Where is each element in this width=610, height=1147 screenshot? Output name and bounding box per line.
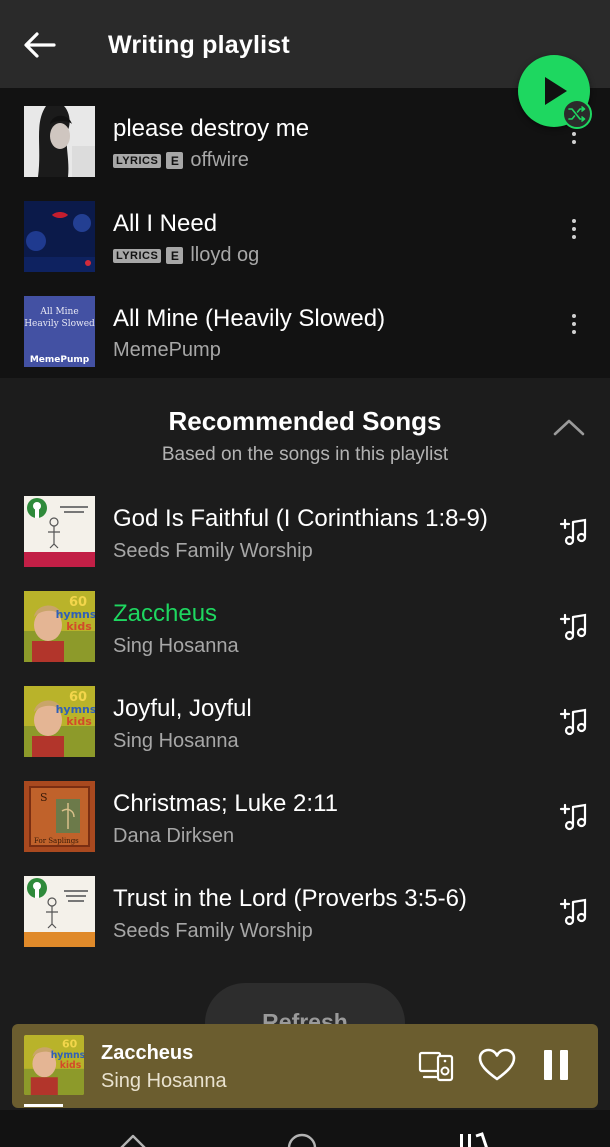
explicit-badge: E: [166, 247, 184, 264]
explicit-badge: E: [166, 152, 184, 169]
app-screen: Writing playlist please destroy me LYRIC…: [0, 0, 610, 1147]
svg-text:kids: kids: [66, 620, 92, 633]
section-subtitle: Based on the songs in this playlist: [161, 444, 449, 465]
album-art: [24, 201, 95, 272]
svg-text:MemePump: MemePump: [30, 355, 90, 365]
recommended-track-row[interactable]: Trust in the Lord (Proverbs 3:5-6) Seeds…: [0, 858, 610, 953]
album-art: All Mine Heavily Slowed MemePump: [24, 296, 95, 367]
track-title: Christmas; Luke 2:11: [113, 790, 338, 817]
now-playing-artist: Sing Hosanna: [101, 1070, 227, 1092]
chevron-up-icon[interactable]: [552, 416, 586, 438]
playlist-track-row[interactable]: please destroy me LYRICS E offwire: [0, 88, 610, 183]
back-arrow-icon[interactable]: [22, 30, 56, 60]
svg-text:S: S: [40, 791, 48, 804]
playlist-track-row[interactable]: All I Need LYRICS E lloyd og: [0, 183, 610, 278]
add-to-playlist-icon[interactable]: [558, 516, 590, 548]
album-art: 60 hymns kids: [24, 591, 95, 662]
pause-icon[interactable]: [542, 1050, 570, 1080]
add-to-playlist-icon[interactable]: [558, 706, 590, 738]
lyrics-badge: LYRICS: [113, 153, 162, 168]
track-title: Trust in the Lord (Proverbs 3:5-6): [113, 885, 467, 912]
svg-text:kids: kids: [60, 1060, 82, 1071]
play-button[interactable]: [518, 55, 592, 129]
library-icon[interactable]: [456, 1130, 494, 1147]
add-to-playlist-icon[interactable]: [558, 611, 590, 643]
track-artist: Dana Dirksen: [113, 825, 235, 847]
track-artist: MemePump: [113, 339, 221, 361]
bottom-nav: [0, 1110, 610, 1147]
track-artist: Seeds Family Worship: [113, 920, 313, 942]
shuffle-icon[interactable]: [562, 99, 592, 129]
top-bar: Writing playlist: [0, 0, 610, 88]
track-title: All I Need: [113, 210, 218, 237]
more-vert-icon[interactable]: [566, 310, 582, 344]
recommended-track-row[interactable]: God Is Faithful (I Corinthians 1:8-9) Se…: [0, 478, 610, 573]
album-art: [24, 106, 95, 177]
track-artist: Sing Hosanna: [113, 635, 239, 657]
playback-progress: [24, 1104, 63, 1107]
track-title: All Mine (Heavily Slowed): [113, 305, 386, 332]
devices-icon[interactable]: [418, 1050, 456, 1082]
track-subtitle: MemePump: [113, 339, 221, 362]
track-artist: Seeds Family Worship: [113, 540, 313, 562]
svg-text:For Saplings: For Saplings: [34, 837, 79, 845]
recommended-track-row[interactable]: 60 hymns kids Joyful, Joyful Sing Hosann…: [0, 668, 610, 763]
section-title: Recommended Songs: [168, 406, 442, 436]
search-icon[interactable]: [286, 1130, 320, 1147]
recommended-track-row[interactable]: S For Saplings Christmas; Luke 2:11 Dana…: [0, 763, 610, 858]
play-icon: [545, 77, 567, 105]
track-artist: offwire: [190, 149, 249, 171]
add-to-playlist-icon[interactable]: [558, 896, 590, 928]
track-subtitle: LYRICS E offwire: [113, 149, 249, 172]
home-icon[interactable]: [116, 1132, 150, 1147]
album-art: [24, 496, 95, 567]
track-title: Joyful, Joyful: [113, 695, 252, 722]
track-title: God Is Faithful (I Corinthians 1:8-9): [113, 505, 488, 532]
playlist-track-row[interactable]: All Mine Heavily Slowed MemePump All Min…: [0, 278, 610, 373]
album-art: S For Saplings: [24, 781, 95, 852]
track-artist: lloyd og: [190, 244, 260, 266]
track-subtitle: LYRICS E lloyd og: [113, 244, 259, 267]
svg-text:kids: kids: [66, 715, 92, 728]
svg-text:Heavily Slowed: Heavily Slowed: [24, 319, 95, 329]
more-vert-icon[interactable]: [566, 215, 582, 249]
svg-text:60: 60: [62, 1038, 78, 1051]
playlist-track-list: please destroy me LYRICS E offwire All I: [0, 88, 610, 378]
svg-text:All Mine: All Mine: [39, 307, 78, 317]
recommended-track-row[interactable]: 60 hymns kids Zaccheus Sing Hosanna: [0, 573, 610, 668]
track-artist: Sing Hosanna: [113, 730, 239, 752]
now-playing-art: 60 hymns kids: [24, 1035, 84, 1095]
now-playing-title: Zaccheus: [101, 1042, 194, 1064]
album-art: 60 hymns kids: [24, 686, 95, 757]
album-art: [24, 876, 95, 947]
lyrics-badge: LYRICS: [113, 248, 162, 263]
page-title: Writing playlist: [108, 31, 290, 59]
add-to-playlist-icon[interactable]: [558, 801, 590, 833]
track-title: please destroy me: [113, 115, 310, 142]
track-title: Zaccheus: [113, 600, 218, 627]
heart-icon[interactable]: [478, 1048, 516, 1082]
now-playing-bar[interactable]: 60 hymns kids Zaccheus Sing Hosanna: [12, 1024, 598, 1108]
